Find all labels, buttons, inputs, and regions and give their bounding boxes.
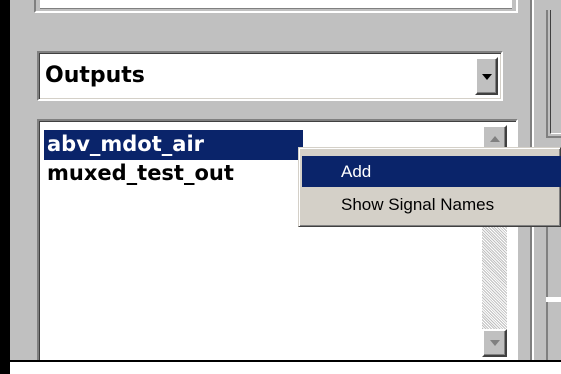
scroll-down-button[interactable] (482, 329, 507, 357)
top-control-field (40, 0, 512, 9)
menu-item-label: Add (341, 162, 372, 181)
menu-item-add[interactable]: Add (302, 156, 561, 187)
right-pane-frame-inner (550, 10, 561, 134)
signal-selector-window: Outputs abv_mdot_air muxed_test_out Add … (0, 0, 561, 374)
panel-bottom-border (0, 360, 561, 362)
scroll-down-arrow-icon (490, 340, 500, 346)
left-edge (0, 0, 10, 374)
dropdown-toggle-button[interactable] (475, 57, 498, 95)
output-type-dropdown[interactable]: Outputs (37, 51, 503, 101)
menu-item-show-signal-names[interactable]: Show Signal Names (302, 189, 561, 220)
dropdown-selected-value: Outputs (45, 63, 145, 88)
right-pane-frame (546, 10, 561, 138)
scroll-up-arrow-icon (490, 136, 500, 142)
right-pane-separator (546, 297, 561, 302)
chevron-down-icon (482, 74, 492, 80)
list-item-label: muxed_test_out (47, 161, 234, 185)
menu-item-label: Show Signal Names (341, 195, 495, 214)
top-control-strip (34, 0, 518, 13)
list-item-label: abv_mdot_air (47, 132, 204, 156)
context-menu: Add Show Signal Names (298, 147, 561, 227)
list-item[interactable]: abv_mdot_air (44, 130, 303, 160)
